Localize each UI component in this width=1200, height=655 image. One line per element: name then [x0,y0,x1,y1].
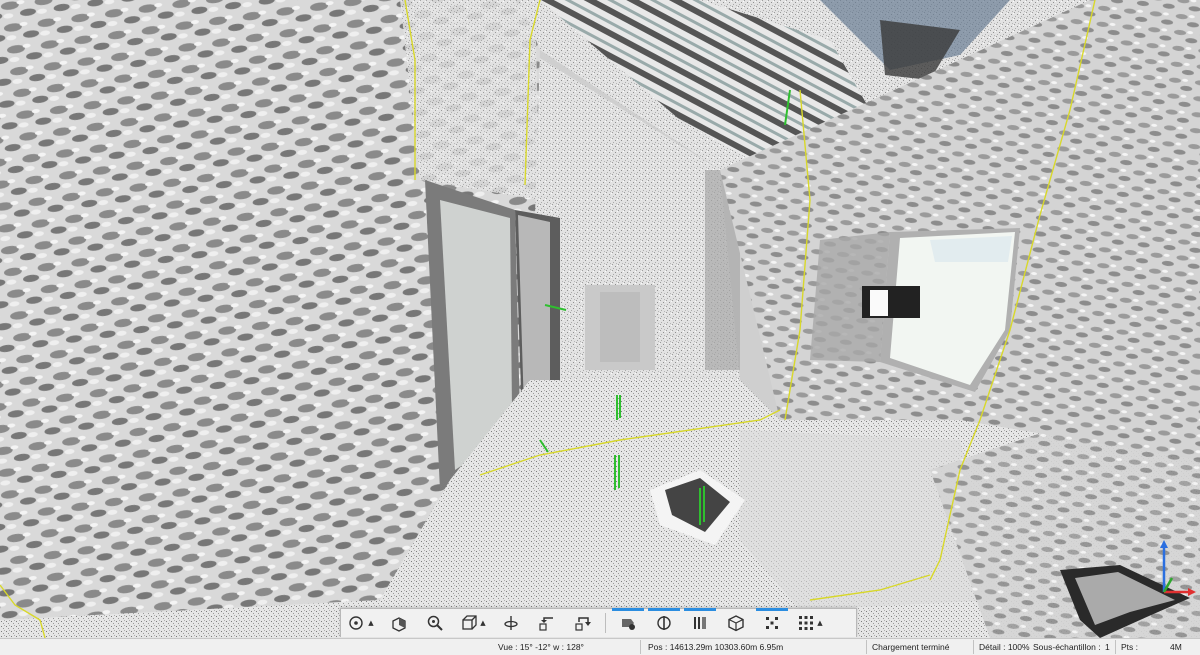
loading-status: Chargement terminé [872,642,950,652]
subsample-value: 1 [1105,642,1110,652]
points-icon [766,617,778,629]
grid-button[interactable]: ▲ [790,609,830,637]
zoom-button[interactable] [417,609,453,637]
view-cube-icon [462,615,477,630]
position-readout: Pos : 14613.29m 10303.60m 6.95m [648,642,784,652]
points-value: 4M [1170,642,1182,652]
subsample-label: Sous-échantillon : [1033,642,1101,652]
chevron-down-icon: ▲ [817,619,823,627]
clip-icon [622,619,635,630]
grid-icon [799,616,814,630]
slice-icon [694,617,706,629]
chevron-down-icon: ▲ [480,619,486,627]
section-icon [657,616,671,630]
orbit-icon [349,616,363,630]
status-divider [1115,640,1116,654]
status-divider [973,640,974,654]
walk-cube-icon [392,617,406,632]
view-angle-readout: Vue : 15° -12° w : 128° [498,642,584,652]
toolbar-separator [605,613,606,633]
points-button[interactable] [754,608,790,637]
points-label: Pts : [1121,642,1139,652]
orbit-button[interactable]: ▲ [341,609,381,637]
box-icon [728,615,744,632]
undo-view-button[interactable] [529,609,565,637]
slice-button[interactable] [682,608,718,637]
point-cloud-viewport[interactable] [0,0,1200,638]
clip-button[interactable] [610,608,646,637]
rotate-axis-button[interactable] [493,609,529,637]
view-toolbar: ▲ ▲ ▲ [340,608,857,637]
chevron-down-icon: ▲ [368,619,374,627]
detail-readout: Détail : 100% [979,642,1030,652]
status-bar: Vue : 15° -12° w : 128° Pos : 14613.29m … [0,638,1200,655]
redo-view-button[interactable] [565,609,601,637]
point-cloud-scene[interactable] [0,0,1200,638]
rotate-axis-icon [504,616,518,630]
undo-view-icon [539,617,553,631]
zoom-icon [427,615,443,631]
box-button[interactable] [718,609,754,637]
redo-view-icon [575,617,591,631]
axis-gizmo [1150,540,1198,602]
section-button[interactable] [646,608,682,637]
view-cube-button[interactable]: ▲ [453,609,493,637]
status-divider [640,640,641,654]
walk-button[interactable] [381,609,417,637]
status-divider [866,640,867,654]
